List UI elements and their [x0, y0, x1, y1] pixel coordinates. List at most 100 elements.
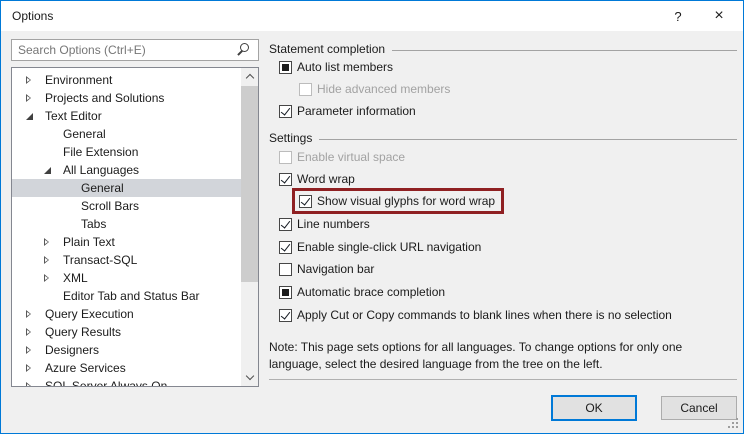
arrow-slot — [26, 382, 39, 386]
collapsed-arrow-icon[interactable] — [26, 346, 31, 354]
tree-item-label: Designers — [45, 343, 99, 357]
option-row[interactable]: Auto list members — [279, 60, 393, 74]
group-divider — [392, 50, 737, 51]
checkbox-checked[interactable] — [279, 309, 292, 322]
resize-grip[interactable] — [736, 426, 738, 428]
chevron-up-icon — [245, 74, 253, 82]
tree-item[interactable]: XML — [12, 269, 241, 287]
note-text: Note: This page sets options for all lan… — [269, 339, 682, 373]
ok-button[interactable]: OK — [551, 395, 637, 421]
option-row[interactable]: Enable single-click URL navigation — [279, 240, 481, 254]
option-row[interactable]: Hide advanced members — [299, 82, 450, 96]
checkbox-checked[interactable] — [299, 195, 312, 208]
tree-item[interactable]: Text Editor — [12, 107, 241, 125]
option-label: Auto list members — [297, 60, 393, 74]
window-title: Options — [12, 1, 53, 31]
collapsed-arrow-icon[interactable] — [26, 364, 31, 372]
tree-item[interactable]: Designers — [12, 341, 241, 359]
tree-item[interactable]: File Extension — [12, 143, 241, 161]
option-row[interactable]: Automatic brace completion — [279, 285, 445, 299]
option-label: Enable single-click URL navigation — [297, 240, 481, 254]
tree-item[interactable]: General — [12, 179, 241, 197]
arrow-slot — [26, 94, 39, 102]
tree-item-label: General — [63, 127, 106, 141]
highlight-annotation: Show visual glyphs for word wrap — [292, 188, 504, 214]
arrow-slot — [26, 310, 39, 318]
arrow-slot — [44, 274, 57, 282]
checkbox-checked[interactable] — [279, 241, 292, 254]
tree-item[interactable]: SQL Server Always On — [12, 377, 241, 386]
tree-item[interactable]: Projects and Solutions — [12, 89, 241, 107]
collapsed-arrow-icon[interactable] — [44, 274, 49, 282]
option-label: Show visual glyphs for word wrap — [317, 194, 495, 208]
collapsed-arrow-icon[interactable] — [26, 76, 31, 84]
option-label: Navigation bar — [297, 262, 374, 276]
option-row[interactable]: Word wrap — [279, 172, 355, 186]
checkbox-unchecked — [279, 151, 292, 164]
collapsed-arrow-icon[interactable] — [26, 310, 31, 318]
collapsed-arrow-icon[interactable] — [26, 382, 31, 386]
search-icon — [240, 43, 249, 52]
expanded-arrow-icon[interactable] — [26, 113, 33, 120]
arrow-slot — [44, 238, 57, 246]
arrow-slot — [44, 167, 57, 174]
option-row[interactable]: Show visual glyphs for word wrap — [299, 194, 495, 208]
arrow-slot — [26, 113, 39, 120]
tree-item-label: SQL Server Always On — [45, 379, 167, 386]
arrow-slot — [26, 328, 39, 336]
option-row[interactable]: Navigation bar — [279, 262, 374, 276]
group-title: Settings — [269, 131, 312, 145]
tree-item[interactable]: Query Execution — [12, 305, 241, 323]
option-label: Line numbers — [297, 217, 370, 231]
tree-item-label: Text Editor — [45, 109, 102, 123]
checkbox-mixed[interactable] — [279, 286, 292, 299]
note-line: language, select the desired language fr… — [269, 356, 682, 373]
scrollbar-thumb[interactable] — [241, 86, 258, 282]
arrow-slot — [44, 256, 57, 264]
checkbox-unchecked[interactable] — [279, 263, 292, 276]
tree-item-label: Query Results — [45, 325, 121, 339]
scroll-up-button[interactable] — [241, 68, 258, 85]
scroll-down-button[interactable] — [241, 369, 258, 386]
tree-item-label: Tabs — [81, 217, 106, 231]
tree-item-label: Transact-SQL — [63, 253, 137, 267]
search-input[interactable] — [11, 39, 259, 61]
tree-item[interactable]: Query Results — [12, 323, 241, 341]
group-title: Statement completion — [269, 42, 385, 56]
checkbox-checked[interactable] — [279, 218, 292, 231]
tree-item[interactable]: General — [12, 125, 241, 143]
tree-item-label: Query Execution — [45, 307, 134, 321]
tree-item[interactable]: Plain Text — [12, 233, 241, 251]
tree-view: Environment Projects and Solutions Text Ed… — [11, 67, 259, 387]
tree-item[interactable]: Environment — [12, 71, 241, 89]
option-label: Apply Cut or Copy commands to blank line… — [297, 308, 672, 322]
footer-separator — [269, 379, 737, 380]
option-row[interactable]: Line numbers — [279, 217, 370, 231]
tree-item[interactable]: Editor Tab and Status Bar — [12, 287, 241, 305]
expanded-arrow-icon[interactable] — [44, 167, 51, 174]
tree-item[interactable]: Scroll Bars — [12, 197, 241, 215]
tree-item-label: All Languages — [63, 163, 139, 177]
collapsed-arrow-icon[interactable] — [44, 238, 49, 246]
option-label: Parameter information — [297, 104, 416, 118]
checkbox-checked[interactable] — [279, 173, 292, 186]
tree-item[interactable]: Azure Services — [12, 359, 241, 377]
tree-item-label: General — [81, 181, 124, 195]
option-row[interactable]: Enable virtual space — [279, 150, 405, 164]
option-row[interactable]: Parameter information — [279, 104, 416, 118]
group-divider — [319, 139, 737, 140]
option-row[interactable]: Apply Cut or Copy commands to blank line… — [279, 308, 672, 322]
tree-item[interactable]: All Languages — [12, 161, 241, 179]
checkbox-checked[interactable] — [279, 105, 292, 118]
group-header: Statement completion — [269, 42, 737, 56]
collapsed-arrow-icon[interactable] — [26, 94, 31, 102]
tree-item-label: Projects and Solutions — [45, 91, 164, 105]
tree-item-label: File Extension — [63, 145, 138, 159]
checkbox-mixed[interactable] — [279, 61, 292, 74]
arrow-slot — [26, 346, 39, 354]
cancel-button[interactable]: Cancel — [661, 396, 737, 420]
tree-item[interactable]: Tabs — [12, 215, 241, 233]
collapsed-arrow-icon[interactable] — [44, 256, 49, 264]
tree-item[interactable]: Transact-SQL — [12, 251, 241, 269]
collapsed-arrow-icon[interactable] — [26, 328, 31, 336]
